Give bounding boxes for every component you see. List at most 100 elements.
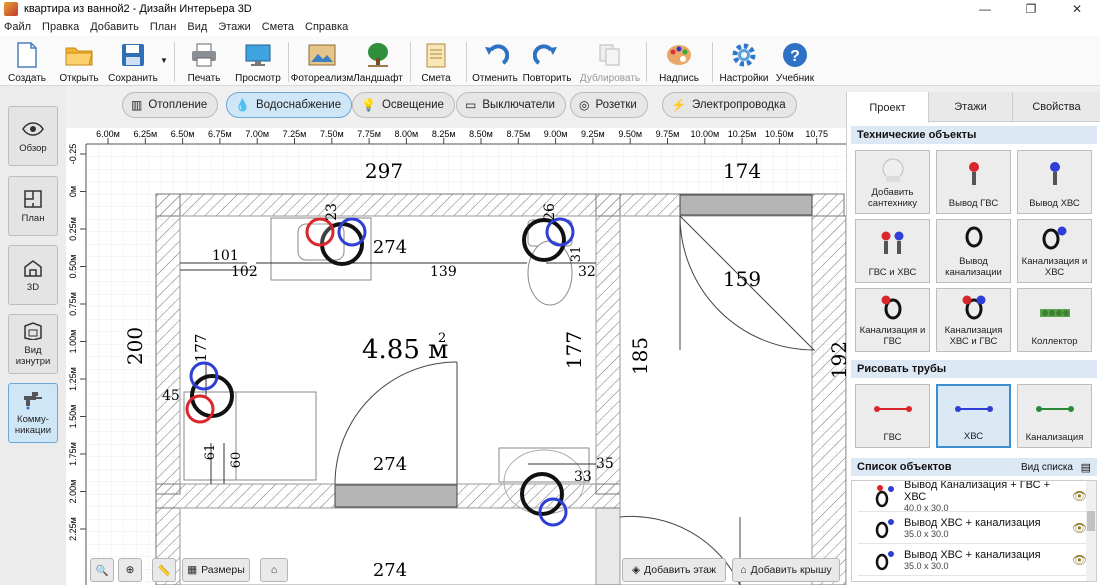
bulb-icon: 💡 xyxy=(361,98,376,112)
menu-plan[interactable]: План xyxy=(150,21,177,33)
monitor-icon xyxy=(243,41,273,69)
category-heating[interactable]: ▥ Отопление xyxy=(122,92,219,118)
list-item[interactable]: Вывод Канализация + ГВС + ХВС 40.0 x 30.0… xyxy=(858,481,1090,513)
room-area-unit-sup: 2 xyxy=(438,331,446,346)
dim-61: 61 xyxy=(203,444,218,461)
category-sockets[interactable]: ◎ Розетки xyxy=(570,92,648,118)
menu-floors[interactable]: Этажи xyxy=(218,21,250,33)
hot-pipe-tile[interactable]: ГВС xyxy=(855,384,930,448)
save-button[interactable]: Сохранить xyxy=(108,38,158,84)
door-frame-top[interactable] xyxy=(679,194,813,216)
object-list[interactable]: Вывод Канализация + ГВС + ХВС 40.0 x 30.0… xyxy=(851,480,1097,582)
floppy-icon xyxy=(118,41,148,69)
menu-edit[interactable]: Правка xyxy=(42,21,79,33)
cold-water-output-tile[interactable]: Вывод ХВС xyxy=(1017,150,1092,214)
plumbing-icon xyxy=(878,151,908,188)
faucet-icon xyxy=(22,390,44,410)
sizes-button[interactable]: ▦ Размеры xyxy=(182,558,250,582)
left-ruler-label: 1.75м xyxy=(68,442,78,466)
drain-output-tile[interactable]: Вывод канализации xyxy=(936,219,1011,283)
create-button[interactable]: Создать xyxy=(6,38,48,84)
photo-icon xyxy=(307,41,337,69)
left-ruler-label: -0.25 xyxy=(68,144,78,165)
drain-outlet-icon xyxy=(961,220,987,257)
estimate-button[interactable]: Смета xyxy=(418,38,454,84)
dim-177-left: 177 xyxy=(192,334,210,363)
drain-cold-hot-icon xyxy=(959,289,989,326)
hot-cold-tile[interactable]: ГВС и ХВС xyxy=(855,219,930,283)
home-button[interactable]: ⌂ xyxy=(260,558,288,582)
inside-view-button[interactable]: Вид изнутри xyxy=(8,314,58,374)
open-button[interactable]: Открыть xyxy=(56,38,102,84)
cold-pipe-tile[interactable]: ХВС xyxy=(936,384,1011,448)
dim-192: 192 xyxy=(827,341,846,379)
category-switches[interactable]: ▭ Выключатели xyxy=(456,92,566,118)
close-button[interactable]: ✕ xyxy=(1054,0,1100,18)
folder-icon xyxy=(64,41,94,69)
menu-estimate[interactable]: Смета xyxy=(262,21,294,33)
left-ruler-label: 1.25м xyxy=(68,367,78,391)
tutorial-button[interactable]: ? Учебник xyxy=(774,38,816,84)
water-drop-icon: 💧 xyxy=(235,98,250,112)
menu-file[interactable]: Файл xyxy=(4,21,31,33)
menu-view[interactable]: Вид xyxy=(187,21,207,33)
panel-tabs: Проект Этажи Свойства xyxy=(847,92,1100,123)
zoom-out-button[interactable]: 🔍 xyxy=(90,558,114,582)
add-floor-button[interactable]: ◈ Добавить этаж xyxy=(622,558,726,582)
add-roof-button[interactable]: ⌂ Добавить крышу xyxy=(732,558,840,582)
tab-floors[interactable]: Этажи xyxy=(929,92,1013,122)
drain-hot-tile[interactable]: Канализация и ГВС xyxy=(855,288,930,352)
drain-cold-tile[interactable]: Канализация и ХВС xyxy=(1017,219,1092,283)
category-wiring[interactable]: ⚡ Электропроводка xyxy=(662,92,797,118)
duplicate-button[interactable]: Дублировать xyxy=(580,38,640,84)
top-ruler-label: 10.75 xyxy=(805,129,828,139)
menu-help[interactable]: Справка xyxy=(305,21,348,33)
top-ruler-label: 7.25м xyxy=(283,129,307,139)
minimize-button[interactable]: — xyxy=(962,0,1008,18)
list-view-toggle[interactable]: Вид списка xyxy=(1021,462,1073,473)
dim-174: 174 xyxy=(723,159,761,183)
preview-button[interactable]: Просмотр xyxy=(234,38,282,84)
list-item[interactable]: Вывод ХВС + канализация 35.0 x 30.0 👁 xyxy=(858,545,1090,576)
maximize-button[interactable]: ❐ xyxy=(1008,0,1054,18)
tab-project[interactable]: Проект xyxy=(847,92,929,123)
settings-button[interactable]: Настройки xyxy=(719,38,769,84)
photorealism-button[interactable]: Фотореализм xyxy=(291,38,353,84)
hot-water-outlet-sink[interactable] xyxy=(305,217,335,247)
list-item[interactable]: Вывод ХВС + канализация 35.0 x 30.0 👁 xyxy=(858,513,1090,544)
top-ruler-label: 9.00м xyxy=(544,129,568,139)
redo-button[interactable]: Повторить xyxy=(522,38,572,84)
3d-view-button[interactable]: 3D xyxy=(8,245,58,305)
left-view-panel: Обзор План 3D Вид изнутри Комму-никации xyxy=(0,86,66,585)
zoom-in-button[interactable]: ⊕ xyxy=(118,558,142,582)
door-frame-bath[interactable] xyxy=(334,484,458,508)
category-water[interactable]: 💧 Водоснабжение xyxy=(226,92,353,118)
communications-button[interactable]: Комму-никации xyxy=(8,383,58,443)
drain-cold-hot-tile[interactable]: Канализация ХВС и ГВС xyxy=(936,288,1011,352)
drain-pipe-tile[interactable]: Канализация xyxy=(1017,384,1092,448)
landscape-button[interactable]: Ландшафт xyxy=(353,38,403,84)
undo-button[interactable]: Отменить xyxy=(472,38,518,84)
grid-icon: ▦ xyxy=(187,564,198,576)
overview-button[interactable]: Обзор xyxy=(8,106,58,166)
collector-tile[interactable]: Коллектор xyxy=(1017,288,1092,352)
print-button[interactable]: Печать xyxy=(184,38,224,84)
home-icon: ⌂ xyxy=(270,564,278,576)
list-scrollbar[interactable] xyxy=(1086,481,1096,581)
ruler-button[interactable]: 📏 xyxy=(152,558,176,582)
hot-water-output-tile[interactable]: Вывод ГВС xyxy=(936,150,1011,214)
plan-view-button[interactable]: План xyxy=(8,176,58,236)
add-plumbing-tile[interactable]: Добавить сантехнику xyxy=(855,150,930,214)
dim-33: 33 xyxy=(574,469,592,485)
floor-plan[interactable]: 6.00м 6.25м 6.50м 6.75м 7.00м 7.25м 7.50м 7.75м… xyxy=(66,128,846,585)
dim-23: 23 xyxy=(324,203,340,221)
washer-fixture[interactable] xyxy=(183,391,317,481)
caption-button[interactable]: Надпись xyxy=(654,38,704,84)
corridor-room[interactable] xyxy=(619,215,813,585)
tab-properties[interactable]: Свойства xyxy=(1013,92,1100,122)
category-lighting[interactable]: 💡 Освещение xyxy=(352,92,455,118)
list-view-icon[interactable]: ▤ xyxy=(1081,461,1091,474)
menu-add[interactable]: Добавить xyxy=(90,21,139,33)
cold-pipe-icon xyxy=(954,386,994,432)
save-dropdown-icon[interactable]: ▼ xyxy=(160,56,168,65)
